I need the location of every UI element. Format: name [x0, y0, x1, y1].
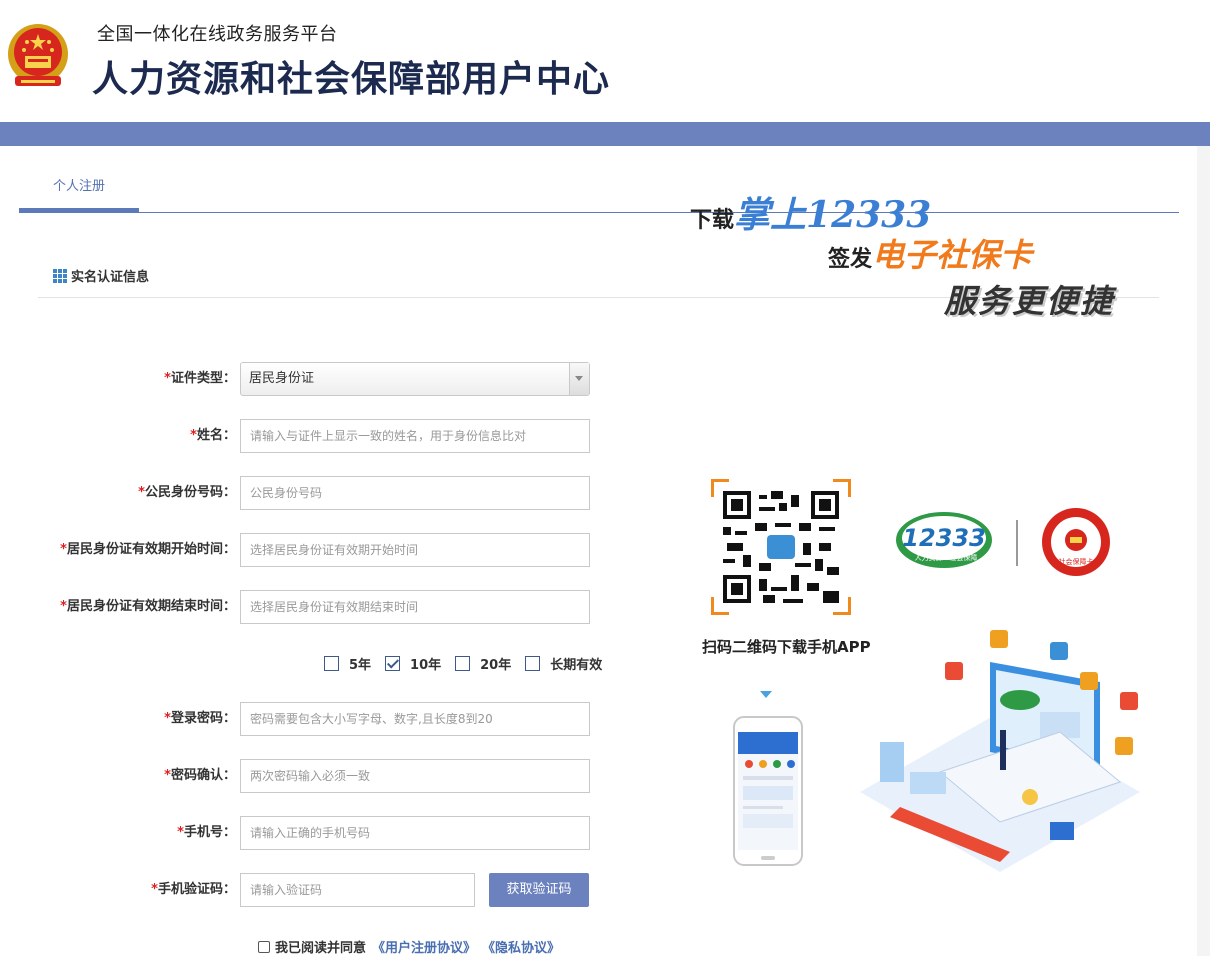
tab-divider — [19, 212, 1179, 213]
sms-code-label: *手机验证码： — [151, 882, 236, 897]
agree-checkbox[interactable] — [258, 940, 270, 953]
sms-code-row: *手机验证码： 请输入验证码 获取验证码 — [0, 873, 600, 907]
valid-start-label: *居民身份证有效期开始时间： — [60, 542, 236, 557]
option-20-years-label: 20年 — [480, 657, 512, 673]
phone-input[interactable]: 请输入正确的手机号码 — [240, 816, 590, 850]
qr-caption: 扫码二维码下载手机APP — [702, 638, 871, 656]
agreement-row: 我已阅读并同意 《用户注册协议》 《隐私协议》 — [258, 937, 560, 956]
qr-code-frame — [711, 479, 851, 615]
logo-divider — [1016, 520, 1018, 566]
option-long-term-label: 长期有效 — [550, 657, 603, 673]
password-input[interactable]: 密码需要包含大小写字母、数字,且长度8到20 — [240, 702, 590, 736]
service-illustration — [860, 630, 1140, 872]
id-number-input[interactable]: 公民身份号码 — [240, 476, 590, 510]
valid-start-row: *居民身份证有效期开始时间： 选择居民身份证有效期开始时间 — [0, 533, 600, 567]
checkbox-10-years[interactable] — [385, 655, 401, 671]
password-confirm-row: *密码确认： 两次密码输入必须一致 — [0, 759, 600, 793]
valid-end-input[interactable]: 选择居民身份证有效期结束时间 — [240, 590, 590, 624]
social-security-card-icon: 社会保障卡 — [1042, 508, 1110, 576]
privacy-link[interactable]: 《隐私协议》 — [482, 937, 560, 956]
password-confirm-label: *密码确认： — [164, 768, 236, 783]
name-input[interactable]: 请输入与证件上显示一致的姓名，用于身份信息比对 — [240, 419, 590, 453]
password-label: *登录密码： — [164, 711, 236, 726]
site-header: 全国一体化在线政务服务平台 人力资源和社会保障部用户中心 — [0, 0, 1210, 122]
qr-code-icon — [723, 491, 839, 603]
option-10-years-label: 10年 — [410, 657, 442, 673]
id-number-label: *公民身份号码： — [138, 485, 236, 500]
name-row: *姓名： 请输入与证件上显示一致的姓名，用于身份信息比对 — [0, 419, 600, 453]
id-type-value: 居民身份证 — [249, 371, 315, 386]
password-confirm-input[interactable]: 两次密码输入必须一致 — [240, 759, 590, 793]
id-type-select[interactable]: 居民身份证 — [240, 362, 590, 396]
promo-line-2: 签发电子社保卡 — [828, 236, 1033, 274]
section-header: 实名认证信息 — [53, 266, 149, 285]
platform-subtitle: 全国一体化在线政务服务平台 — [97, 24, 338, 45]
svg-text:人力资源 · 社会保障: 人力资源 · 社会保障 — [915, 553, 978, 562]
valid-end-row: *居民身份证有效期结束时间： 选择居民身份证有效期结束时间 — [0, 590, 600, 624]
name-label: *姓名： — [190, 428, 236, 443]
validity-options: 5年 10年 20年 长期有效 — [324, 654, 603, 673]
grid-icon — [53, 268, 67, 283]
password-row: *登录密码： 密码需要包含大小写字母、数字,且长度8到20 — [0, 702, 600, 736]
svg-text:社会保障卡: 社会保障卡 — [1059, 557, 1094, 566]
phone-row: *手机号： 请输入正确的手机号码 — [0, 816, 600, 850]
checkbox-5-years[interactable] — [324, 655, 339, 671]
phone-label: *手机号： — [177, 825, 236, 840]
checkbox-long-term[interactable] — [525, 655, 541, 671]
id-number-row: *公民身份号码： 公民身份号码 — [0, 476, 600, 510]
chevron-down-icon[interactable] — [569, 363, 589, 395]
tab-personal-register[interactable]: 个人注册 — [19, 172, 139, 212]
user-agreement-link[interactable]: 《用户注册协议》 — [372, 937, 476, 956]
promo-line-3: 服务更便捷 — [944, 282, 1115, 320]
app-12333-logo-icon: 12333 人力资源 · 社会保障 — [896, 512, 992, 568]
sms-code-input[interactable]: 请输入验证码 — [240, 873, 475, 907]
get-code-button[interactable]: 获取验证码 — [489, 873, 589, 907]
agree-text: 我已阅读并同意 — [275, 941, 367, 956]
checkbox-20-years[interactable] — [455, 655, 471, 671]
id-type-label: *证件类型： — [164, 371, 236, 386]
page-title: 人力资源和社会保障部用户中心 — [92, 59, 611, 100]
header-band — [0, 122, 1210, 146]
section-title: 实名认证信息 — [71, 270, 150, 285]
national-emblem-icon — [8, 24, 68, 86]
valid-start-input[interactable]: 选择居民身份证有效期开始时间 — [240, 533, 590, 567]
valid-end-label: *居民身份证有效期结束时间： — [60, 599, 236, 614]
option-5-years-label: 5年 — [349, 657, 372, 673]
phone-app-illustration — [733, 716, 803, 866]
arrow-down-icon — [760, 691, 772, 698]
svg-text:12333: 12333 — [902, 524, 986, 552]
